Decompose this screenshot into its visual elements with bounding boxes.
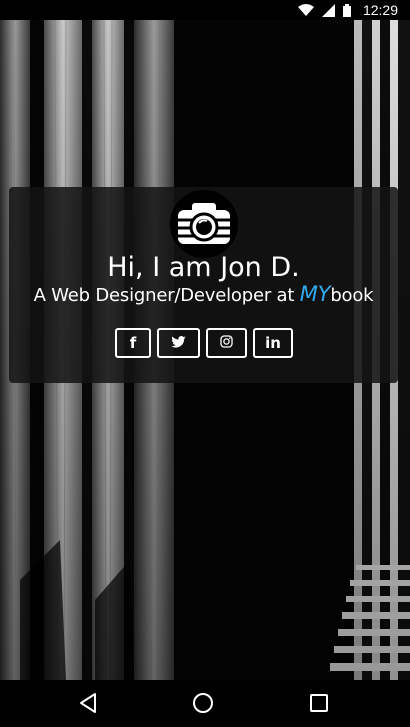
twitter-button[interactable] (157, 328, 200, 358)
facebook-icon: f (129, 334, 137, 352)
camera-icon (170, 190, 238, 258)
battery-icon (342, 3, 351, 17)
hero-subtitle: A Web Designer/Developer at MYbook (9, 281, 398, 309)
wifi-icon (297, 3, 314, 17)
facebook-button[interactable]: f (115, 328, 151, 358)
home-icon[interactable] (192, 692, 214, 718)
recents-icon[interactable] (309, 692, 329, 718)
linkedin-button[interactable]: in (253, 328, 293, 358)
brand-highlight: MY (299, 282, 331, 306)
instagram-icon (220, 334, 233, 352)
subtitle-text: A Web Designer/Developer at (33, 285, 300, 306)
signal-icon (321, 3, 335, 17)
linkedin-icon: in (265, 334, 281, 352)
status-time: 12:29 (362, 2, 398, 18)
status-bar: 12:29 (0, 0, 410, 20)
twitter-icon (171, 334, 186, 352)
navigation-bar (0, 680, 410, 727)
instagram-button[interactable] (206, 328, 247, 358)
back-icon[interactable] (78, 692, 98, 718)
brand-suffix: book (330, 285, 374, 306)
hero-title: Hi, I am Jon D. (107, 252, 300, 283)
avatar (170, 190, 238, 258)
social-links: f in (115, 328, 293, 358)
